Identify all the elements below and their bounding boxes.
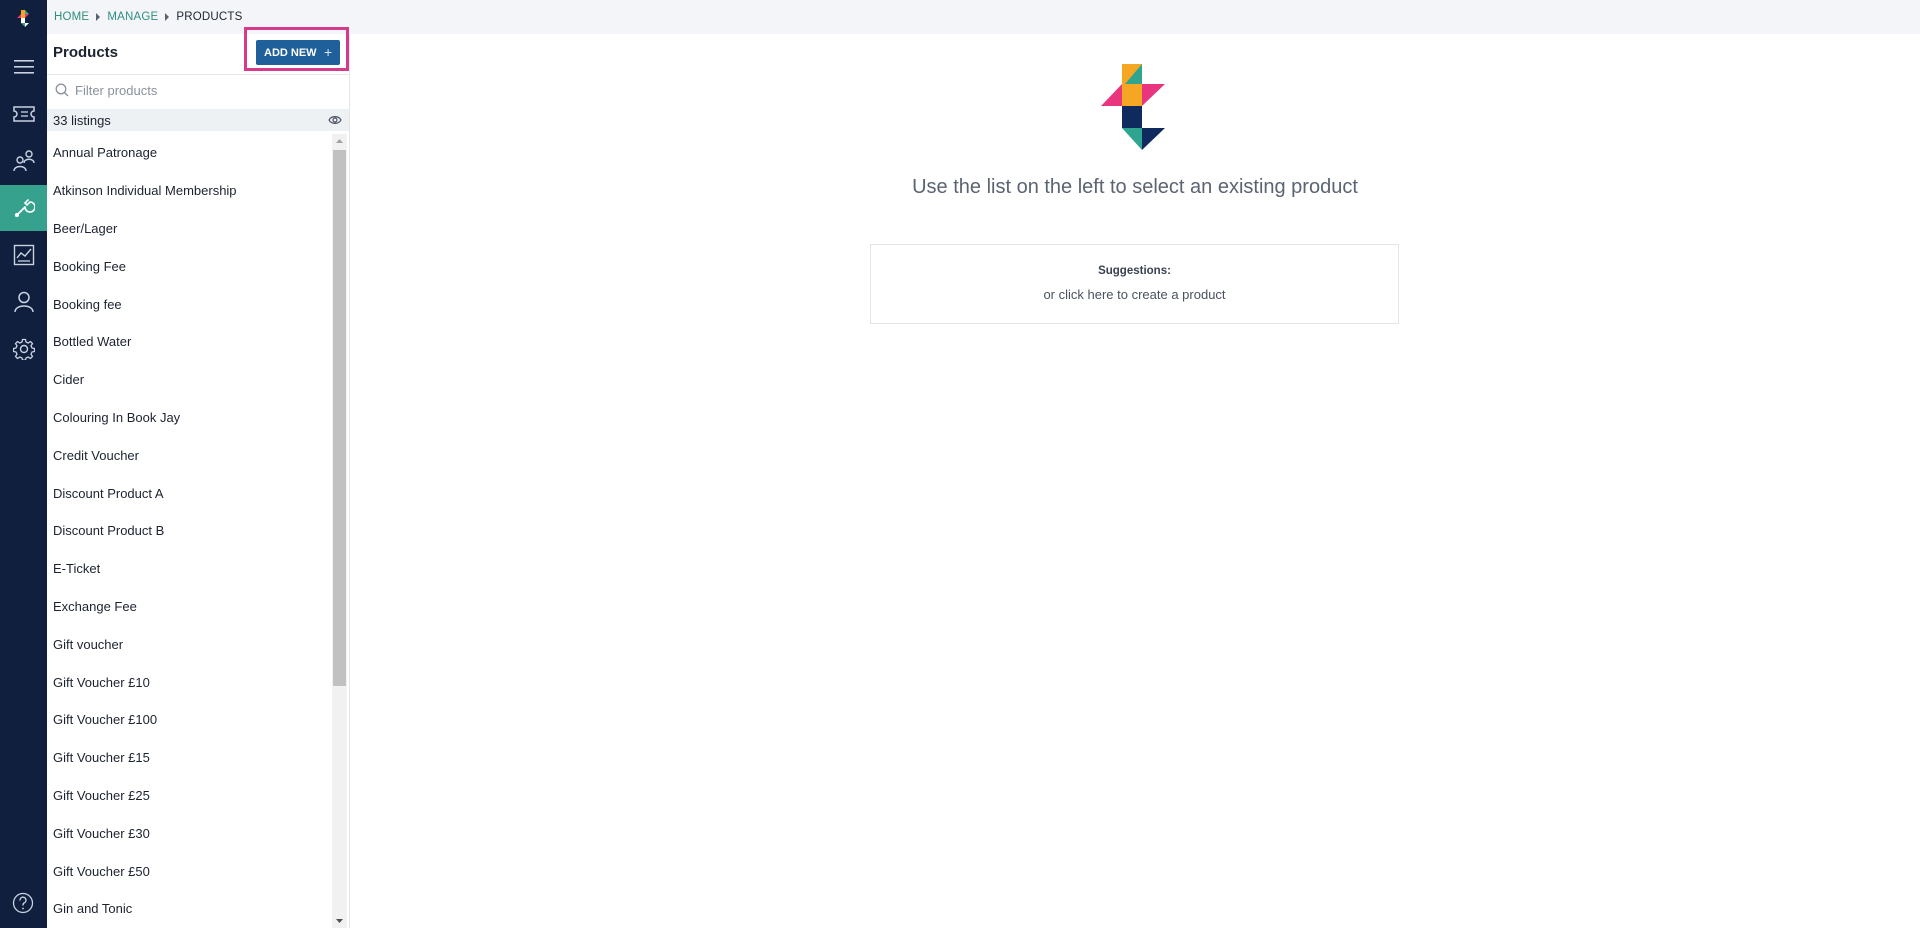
product-list-item[interactable]: Cider — [47, 361, 331, 399]
plus-icon: + — [324, 44, 333, 60]
product-list-item[interactable]: Gift Voucher £100 — [47, 701, 331, 739]
create-product-link[interactable]: or click here to create a product — [871, 287, 1398, 302]
add-new-button[interactable]: ADD NEW + — [256, 40, 340, 65]
suggestions-box: Suggestions: or click here to create a p… — [870, 244, 1399, 324]
main-content: Use the list on the left to select an ex… — [350, 34, 1920, 928]
product-list-item[interactable]: Colouring In Book Jay — [47, 399, 331, 437]
product-list-item[interactable]: Discount Product A — [47, 474, 331, 512]
app-root: HOME MANAGE PRODUCTS Products ADD NEW + … — [0, 0, 1920, 928]
product-list-item[interactable]: Gift Voucher £30 — [47, 814, 331, 852]
scrollbar-thumb[interactable] — [333, 150, 346, 686]
audience-icon — [12, 150, 35, 172]
product-list-item[interactable]: Exchange Fee — [47, 588, 331, 626]
nav-item-people[interactable] — [0, 279, 47, 325]
person-icon — [13, 291, 34, 313]
product-list-item[interactable]: Annual Patronage — [47, 134, 331, 172]
menu-button[interactable] — [0, 44, 47, 90]
wrench-icon — [14, 199, 35, 218]
filter-products-input[interactable] — [75, 80, 335, 100]
listings-count: 33 listings — [53, 112, 111, 128]
eye-icon[interactable] — [328, 115, 342, 125]
add-new-label: ADD NEW — [264, 46, 317, 59]
nav-rail — [0, 0, 47, 928]
product-list-item[interactable]: Bottled Water — [47, 323, 331, 361]
help-icon[interactable] — [12, 892, 34, 914]
product-list-item[interactable]: Gift voucher — [47, 625, 331, 663]
product-list-item[interactable]: Gift Voucher £15 — [47, 739, 331, 777]
product-list-item[interactable]: Discount Product B — [47, 512, 331, 550]
nav-item-manage[interactable] — [0, 185, 47, 231]
brand-logo-icon — [1101, 64, 1165, 150]
nav-item-reports[interactable] — [0, 232, 47, 278]
breadcrumb-separator-icon — [165, 13, 170, 21]
list-scrollbar[interactable] — [332, 134, 347, 928]
listings-count-row: 33 listings — [47, 109, 349, 131]
breadcrumb-manage[interactable]: MANAGE — [107, 11, 158, 23]
panel-title: Products — [53, 44, 119, 61]
nav-item-audience[interactable] — [0, 138, 47, 184]
menu-icon — [13, 60, 34, 74]
product-list-item[interactable]: Gift Voucher £50 — [47, 852, 331, 890]
breadcrumb-products: PRODUCTS — [176, 11, 243, 23]
product-list-item[interactable]: Gift Voucher £25 — [47, 777, 331, 815]
product-list-item[interactable]: Beer/Lager — [47, 210, 331, 248]
reports-icon — [13, 244, 34, 266]
product-list-item[interactable]: Gift Voucher £10 — [47, 663, 331, 701]
suggestions-label: Suggestions: — [1098, 265, 1171, 277]
product-list-item[interactable]: Atkinson Individual Membership — [47, 172, 331, 210]
product-list: Annual Patronage Atkinson Individual Memb… — [47, 134, 331, 928]
product-list-item[interactable]: Credit Voucher — [47, 436, 331, 474]
product-list-item[interactable]: E-Ticket — [47, 550, 331, 588]
nav-item-settings[interactable] — [0, 326, 47, 372]
product-list-item[interactable]: Gin and Tonic — [47, 890, 331, 928]
breadcrumb-home[interactable]: HOME — [54, 11, 89, 23]
app-logo-icon[interactable] — [13, 10, 33, 34]
search-icon — [55, 83, 69, 97]
nav-item-tickets[interactable] — [0, 91, 47, 137]
scroll-up-icon[interactable] — [332, 134, 347, 148]
scroll-down-icon[interactable] — [332, 914, 347, 928]
ticket-icon — [12, 106, 35, 122]
product-list-item[interactable]: Booking Fee — [47, 247, 331, 285]
filter-bar — [47, 74, 349, 104]
product-list-item[interactable]: Booking fee — [47, 285, 331, 323]
empty-state-message: Use the list on the left to select an ex… — [912, 176, 1358, 198]
products-panel: Products ADD NEW + 33 listings Annual Pa… — [47, 27, 350, 928]
breadcrumb-separator-icon — [96, 13, 101, 21]
gear-icon — [12, 338, 35, 360]
